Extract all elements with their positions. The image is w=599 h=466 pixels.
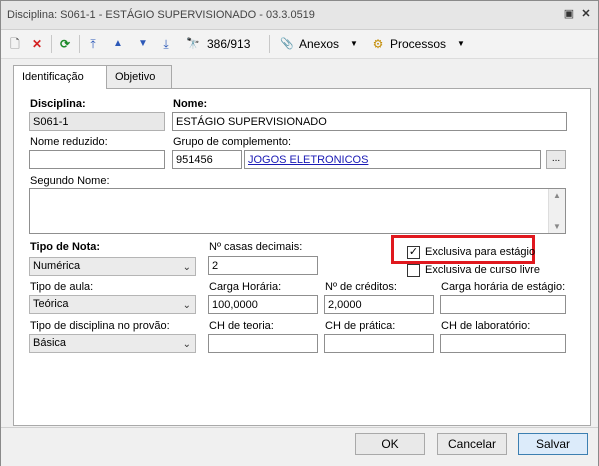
creditos-label: Nº de créditos: — [325, 281, 397, 293]
cancelar-button[interactable]: Cancelar — [437, 433, 507, 455]
disciplina-field: S061-1 — [29, 112, 165, 131]
ok-button[interactable]: OK — [355, 433, 425, 455]
segundo-nome-textarea[interactable]: ▲ ▼ — [29, 188, 566, 234]
ch-teoria-field[interactable] — [208, 334, 318, 353]
tipo-aula-label: Tipo de aula: — [30, 281, 94, 293]
close-icon[interactable]: ✕ — [579, 7, 593, 21]
segundo-nome-label: Segundo Nome: — [30, 175, 110, 187]
grupo-complemento-label: Grupo de complemento: — [173, 136, 292, 148]
processos-menu[interactable]: Processos — [390, 35, 450, 53]
casas-decimais-label: Nº casas decimais: — [209, 241, 303, 253]
scroll-down-icon[interactable]: ▼ — [553, 222, 561, 231]
exclusiva-curso-livre-label: Exclusiva de curso livre — [425, 264, 540, 276]
tipo-nota-select[interactable]: Numérica ⌄ — [29, 257, 196, 276]
new-record-icon[interactable]: 🗋 — [7, 35, 23, 53]
ch-teoria-label: CH de teoria: — [209, 320, 274, 332]
ch-laboratorio-field[interactable] — [440, 334, 566, 353]
anexos-menu[interactable]: Anexos — [299, 35, 345, 53]
tipo-nota-label: Tipo de Nota: — [30, 241, 101, 253]
tipo-aula-value: Teórica — [33, 298, 69, 310]
tab-identificacao[interactable]: Identificação — [13, 65, 107, 89]
binoculars-icon[interactable]: 🔭 — [183, 35, 203, 53]
nome-reduzido-field[interactable] — [29, 150, 165, 169]
disciplina-label: Disciplina: — [30, 98, 86, 110]
tipo-provao-value: Básica — [33, 337, 67, 349]
exclusiva-curso-livre-checkbox[interactable] — [407, 264, 420, 277]
tipo-aula-select[interactable]: Teórica ⌄ — [29, 295, 196, 314]
tipo-provao-select[interactable]: Básica ⌄ — [29, 334, 196, 353]
grupo-code-field[interactable]: 951456 — [172, 150, 242, 169]
tab-objetivo[interactable]: Objetivo — [106, 65, 172, 88]
chevron-down-icon: ⌄ — [182, 300, 191, 311]
previous-record-icon[interactable]: ▲ — [110, 35, 126, 53]
dialog-window: Disciplina: S061-1 - ESTÁGIO SUPERVISION… — [0, 0, 599, 466]
toolbar-separator — [51, 35, 52, 53]
button-bar: OK Cancelar Salvar — [1, 427, 598, 466]
grupo-name-link[interactable]: JOGOS ELETRONICOS — [248, 154, 368, 166]
restore-icon[interactable]: ▣ — [562, 7, 576, 21]
title-bar: Disciplina: S061-1 - ESTÁGIO SUPERVISION… — [1, 1, 598, 30]
scroll-up-icon[interactable]: ▲ — [553, 191, 561, 200]
grupo-browse-button[interactable]: ... — [546, 150, 566, 169]
tipo-nota-value: Numérica — [33, 260, 81, 272]
carga-horaria-label: Carga Horária: — [209, 281, 282, 293]
carga-horaria-field[interactable]: 100,0000 — [208, 295, 318, 314]
grupo-name-field[interactable]: JOGOS ELETRONICOS — [244, 150, 541, 169]
record-counter: 386/913 — [207, 37, 251, 51]
casas-decimais-field[interactable]: 2 — [208, 256, 318, 275]
toolbar: 🗋 ✕ ⟳ ⤒ ▲ ▼ ⤓ 🔭 386/913 📎 Anexos ▼ ⚙ Pro… — [1, 30, 598, 59]
ch-laboratorio-label: CH de laboratório: — [441, 320, 531, 332]
window-title: Disciplina: S061-1 - ESTÁGIO SUPERVISION… — [7, 9, 315, 21]
exclusiva-estagio-label: Exclusiva para estágio — [425, 246, 536, 258]
textarea-scrollbar[interactable]: ▲ ▼ — [548, 189, 565, 233]
anexos-dropdown-icon[interactable]: ▼ — [349, 35, 359, 53]
tab-panel-identificacao: Disciplina: S061-1 Nome: ESTÁGIO SUPERVI… — [13, 88, 591, 426]
chevron-down-icon: ⌄ — [182, 339, 191, 350]
creditos-field[interactable]: 2,0000 — [324, 295, 434, 314]
tipo-provao-label: Tipo de disciplina no provão: — [30, 320, 170, 332]
delete-icon[interactable]: ✕ — [29, 35, 45, 53]
toolbar-separator — [269, 35, 270, 53]
salvar-button[interactable]: Salvar — [518, 433, 588, 455]
carga-estagio-label: Carga horária de estágio: — [441, 281, 566, 293]
processos-icon[interactable]: ⚙ — [369, 35, 387, 53]
next-record-icon[interactable]: ▼ — [135, 35, 151, 53]
processos-dropdown-icon[interactable]: ▼ — [456, 35, 466, 53]
toolbar-separator — [79, 35, 80, 53]
chevron-down-icon: ⌄ — [182, 262, 191, 273]
nome-label: Nome: — [173, 98, 208, 110]
first-record-icon[interactable]: ⤒ — [85, 35, 101, 53]
refresh-icon[interactable]: ⟳ — [57, 35, 73, 53]
carga-estagio-field[interactable] — [440, 295, 566, 314]
ch-pratica-field[interactable] — [324, 334, 434, 353]
last-record-icon[interactable]: ⤓ — [158, 35, 174, 53]
nome-field[interactable]: ESTÁGIO SUPERVISIONADO — [172, 112, 567, 131]
attachment-icon[interactable]: 📎 — [279, 35, 295, 53]
ch-pratica-label: CH de prática: — [325, 320, 396, 332]
exclusiva-estagio-checkbox[interactable]: ✓ — [407, 246, 420, 259]
nome-reduzido-label: Nome reduzido: — [30, 136, 108, 148]
